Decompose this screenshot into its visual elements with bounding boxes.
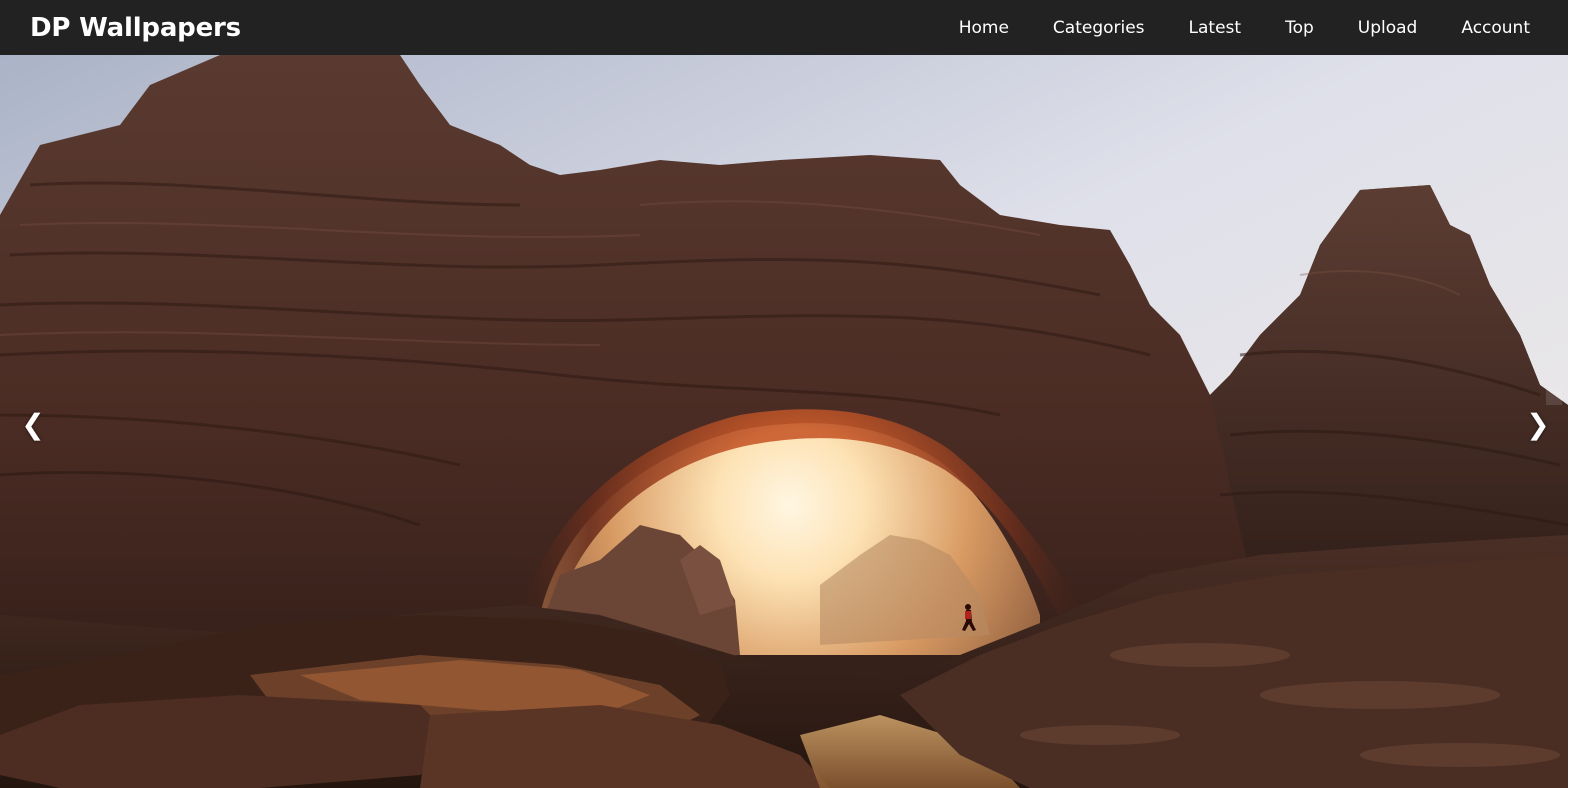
nav-upload-link[interactable]: Upload xyxy=(1358,18,1418,38)
chevron-left-icon: ❮ xyxy=(21,407,45,441)
top-navbar: DP Wallpapers Home Categories Latest Top… xyxy=(0,0,1568,55)
nav-latest-link[interactable]: Latest xyxy=(1189,18,1242,38)
nav-account-link[interactable]: Account xyxy=(1461,18,1530,38)
nav-home-link[interactable]: Home xyxy=(959,18,1009,38)
carousel-prev-button[interactable]: ❮ xyxy=(9,399,57,449)
nav-links: Home Categories Latest Top Upload Accoun… xyxy=(959,18,1530,38)
nav-top-link[interactable]: Top xyxy=(1285,18,1314,38)
page-scrollbar[interactable] xyxy=(1568,0,1582,788)
carousel-next-button[interactable]: ❯ xyxy=(1514,389,1562,449)
hero-carousel: ❮ ❯ xyxy=(0,55,1568,788)
nav-categories-link[interactable]: Categories xyxy=(1053,18,1145,38)
chevron-right-icon: ❯ xyxy=(1526,407,1550,441)
brand-logo-link[interactable]: DP Wallpapers xyxy=(30,13,241,43)
hero-wallpaper-image xyxy=(0,55,1568,788)
carousel-next-tab xyxy=(1546,389,1562,405)
